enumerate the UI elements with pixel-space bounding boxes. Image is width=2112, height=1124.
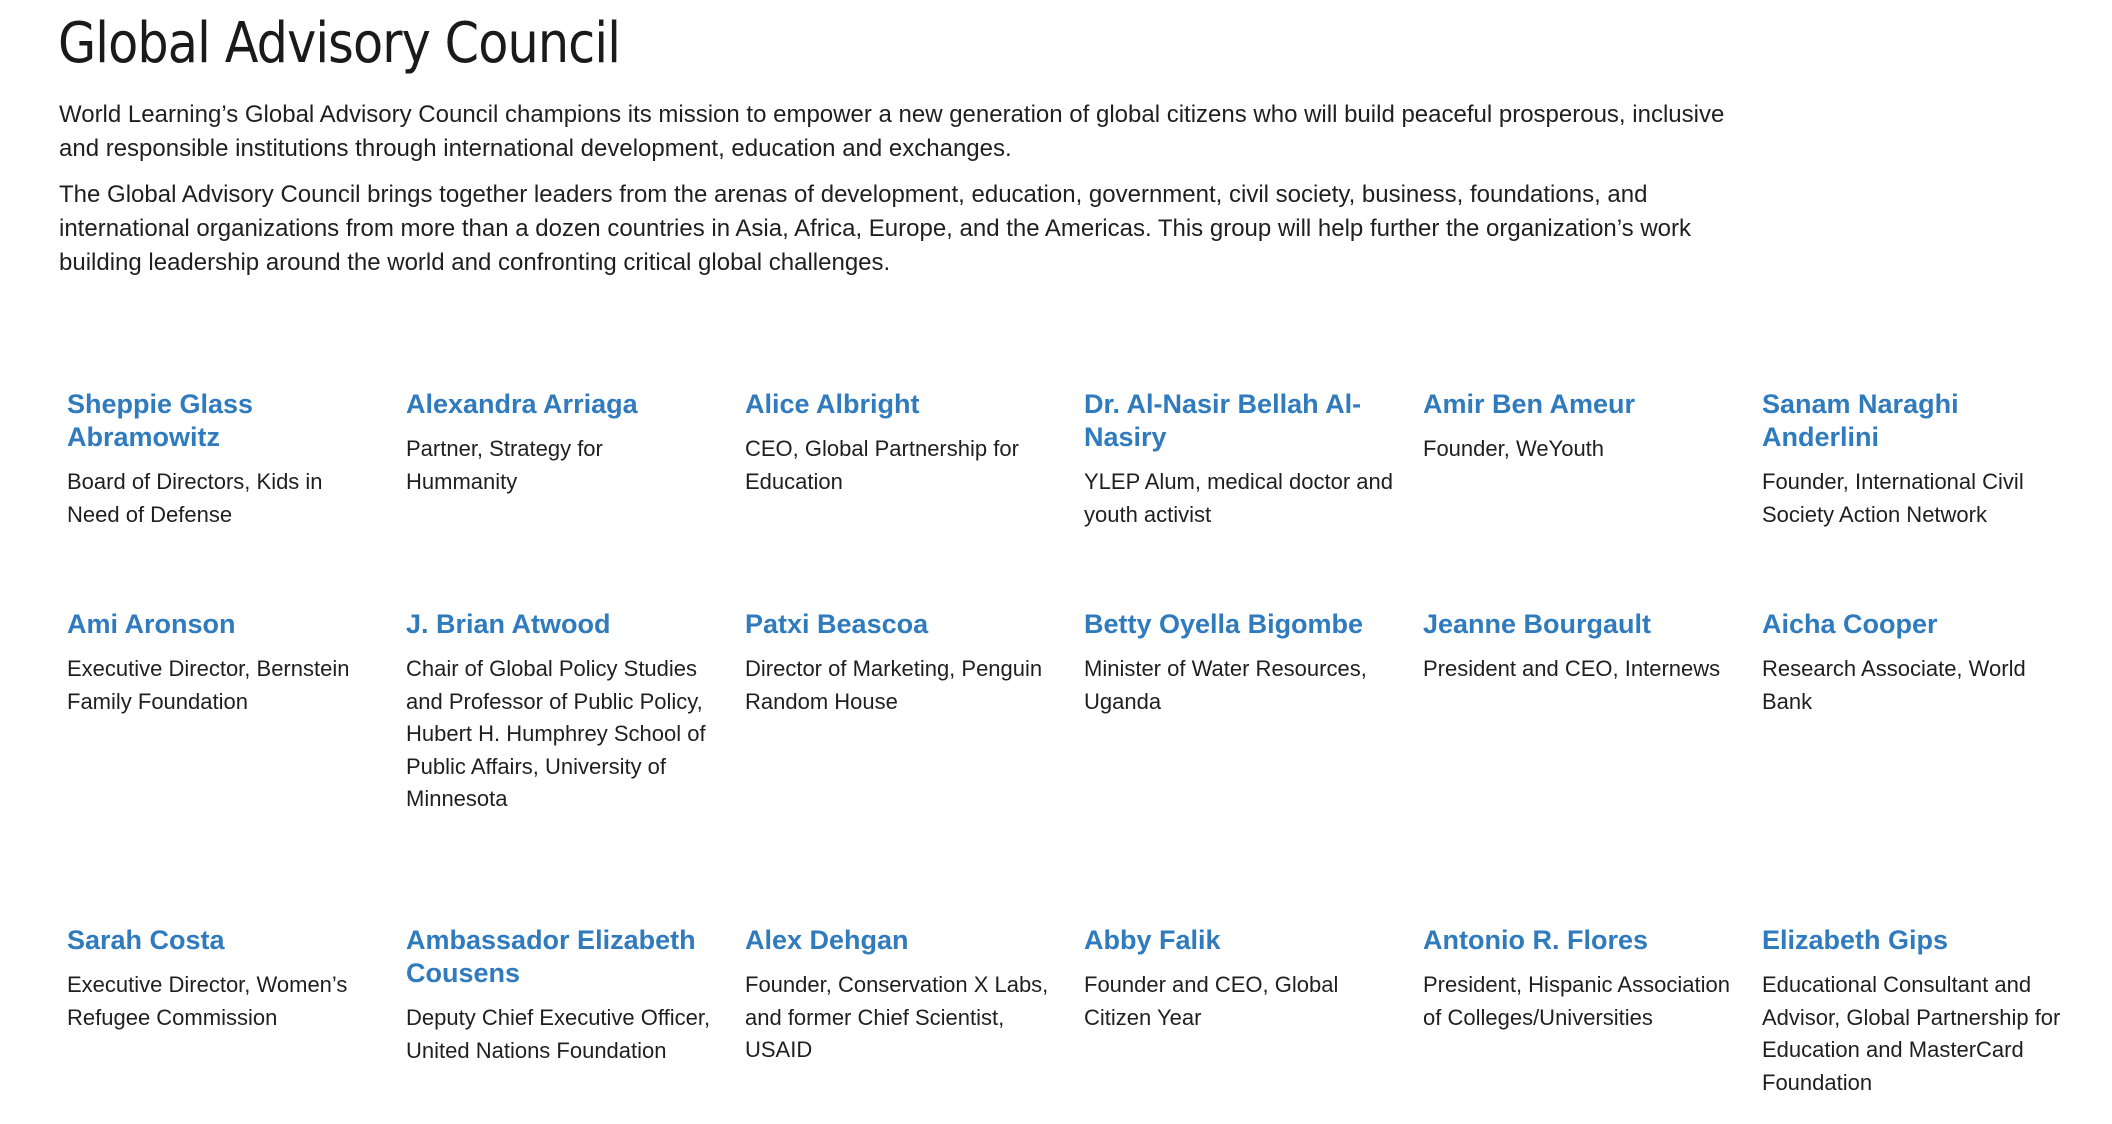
member-role: Minister of Water Resources, Uganda	[1084, 656, 1367, 714]
member-card: Betty Oyella Bigombe Minister of Water R…	[1084, 608, 1423, 924]
member-name-link[interactable]: Ami Aronson	[67, 608, 376, 641]
member-card: Dr. Al-Nasir Bellah Al-Nasiry YLEP Alum,…	[1084, 388, 1423, 608]
member-name-link[interactable]: Sarah Costa	[67, 924, 376, 957]
member-card: Ambassador Elizabeth Cousens Deputy Chie…	[406, 924, 745, 1124]
member-role: Deputy Chief Executive Officer, United N…	[406, 1005, 711, 1063]
member-role: Founder, Conservation X Labs, and former…	[745, 972, 1049, 1062]
member-name-link[interactable]: J. Brian Atwood	[406, 608, 715, 641]
member-role: Educational Consultant and Advisor, Glob…	[1762, 972, 2061, 1095]
member-role: Board of Directors, Kids in Need of Defe…	[67, 469, 323, 527]
member-card: Sheppie Glass Abramowitz Board of Direct…	[67, 388, 406, 608]
member-role: Founder and CEO, Global Citizen Year	[1084, 972, 1339, 1030]
member-card: Patxi Beascoa Director of Marketing, Pen…	[745, 608, 1084, 924]
member-card: Alice Albright CEO, Global Partnership f…	[745, 388, 1084, 608]
member-grid: Sheppie Glass Abramowitz Board of Direct…	[67, 388, 2101, 1124]
member-role: Founder, International Civil Society Act…	[1762, 469, 2024, 527]
member-role: Director of Marketing, Penguin Random Ho…	[745, 656, 1043, 714]
member-card: J. Brian Atwood Chair of Global Policy S…	[406, 608, 745, 924]
intro-paragraph-1: World Learning’s Global Advisory Council…	[59, 101, 1725, 162]
member-name-link[interactable]: Antonio R. Flores	[1423, 924, 1732, 957]
member-name-link[interactable]: Sanam Naraghi Anderlini	[1762, 388, 2071, 454]
member-role: Founder, WeYouth	[1423, 436, 1605, 461]
member-name-link[interactable]: Aicha Cooper	[1762, 608, 2071, 641]
member-card: Sarah Costa Executive Director, Women’s …	[67, 924, 406, 1124]
member-role: Executive Director, Bernstein Family Fou…	[67, 656, 350, 714]
member-name-link[interactable]: Dr. Al-Nasir Bellah Al-Nasiry	[1084, 388, 1393, 454]
member-name-link[interactable]: Patxi Beascoa	[745, 608, 1054, 641]
member-name-link[interactable]: Alexandra Arriaga	[406, 388, 715, 421]
member-name-link[interactable]: Abby Falik	[1084, 924, 1393, 957]
page: Global Advisory Council World Learning’s…	[0, 0, 2112, 1112]
member-name-link[interactable]: Alex Dehgan	[745, 924, 1054, 957]
member-role: President, Hispanic Association of Colle…	[1423, 972, 1730, 1030]
member-card: Antonio R. Flores President, Hispanic As…	[1423, 924, 1762, 1124]
intro-paragraph-2: The Global Advisory Council brings toget…	[59, 181, 1691, 276]
member-card: Alexandra Arriaga Partner, Strategy for …	[406, 388, 745, 608]
member-role: Partner, Strategy for Hummanity	[406, 436, 603, 494]
member-name-link[interactable]: Elizabeth Gips	[1762, 924, 2071, 957]
member-role: YLEP Alum, medical doctor and youth acti…	[1084, 469, 1393, 527]
member-card: Ami Aronson Executive Director, Bernstei…	[67, 608, 406, 924]
page-title: Global Advisory Council	[58, 11, 621, 76]
member-card: Sanam Naraghi Anderlini Founder, Interna…	[1762, 388, 2101, 608]
member-card: Alex Dehgan Founder, Conservation X Labs…	[745, 924, 1084, 1124]
member-name-link[interactable]: Amir Ben Ameur	[1423, 388, 1732, 421]
member-name-link[interactable]: Jeanne Bourgault	[1423, 608, 1732, 641]
member-card: Jeanne Bourgault President and CEO, Inte…	[1423, 608, 1762, 924]
member-card: Elizabeth Gips Educational Consultant an…	[1762, 924, 2101, 1124]
member-name-link[interactable]: Ambassador Elizabeth Cousens	[406, 924, 715, 990]
member-card: Amir Ben Ameur Founder, WeYouth	[1423, 388, 1762, 608]
member-role: President and CEO, Internews	[1423, 656, 1721, 681]
member-card: Aicha Cooper Research Associate, World B…	[1762, 608, 2101, 924]
member-name-link[interactable]: Alice Albright	[745, 388, 1054, 421]
member-name-link[interactable]: Sheppie Glass Abramowitz	[67, 388, 376, 454]
member-role: CEO, Global Partnership for Education	[745, 436, 1019, 494]
intro-text: World Learning’s Global Advisory Council…	[59, 98, 1739, 292]
member-name-link[interactable]: Betty Oyella Bigombe	[1084, 608, 1393, 641]
member-role: Research Associate, World Bank	[1762, 656, 2026, 714]
member-card: Abby Falik Founder and CEO, Global Citiz…	[1084, 924, 1423, 1124]
member-role: Chair of Global Policy Studies and Profe…	[406, 656, 706, 811]
member-role: Executive Director, Women’s Refugee Comm…	[67, 972, 348, 1030]
